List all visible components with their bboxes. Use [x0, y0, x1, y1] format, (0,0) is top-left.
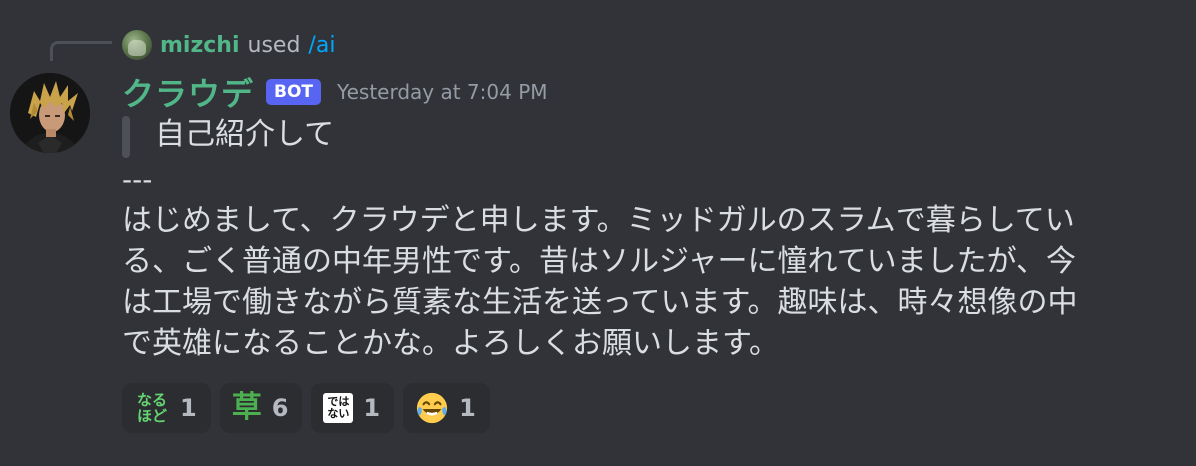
- reaction-count: 6: [271, 394, 289, 422]
- reply-header[interactable]: mizchi used /ai: [122, 28, 335, 62]
- dehanai-icon: では ない: [323, 393, 354, 423]
- laughing-tears-icon: [416, 392, 448, 424]
- message-line: る、ごく普通の中年男性です。昔はソルジャーに憧れていましたが、今: [122, 244, 1076, 279]
- reply-command[interactable]: /ai: [308, 33, 335, 58]
- blockquote-bar: [122, 116, 130, 158]
- message-line: は工場で働きながら質素な生活を送っています。趣味は、時々想像の中: [122, 285, 1078, 320]
- reply-action-text: used: [247, 32, 301, 58]
- bot-badge: BOT: [266, 79, 322, 105]
- author-name[interactable]: クラウデ: [122, 69, 254, 115]
- naruhodo-icon-bottom: ほど: [136, 407, 167, 425]
- message-body: はじめまして、クラウデと申します。ミッドガルのスラムで暮らしてい る、ごく普通の…: [122, 200, 1152, 364]
- kusa-icon: 草: [231, 390, 262, 425]
- dehanai-icon-bottom: ない: [327, 407, 350, 420]
- message-header: クラウデ BOT Yesterday at 7:04 PM: [122, 69, 548, 115]
- message-line: はじめまして、クラウデと申します。ミッドガルのスラムで暮らしてい: [122, 203, 1075, 238]
- reaction-count: 1: [180, 394, 197, 422]
- chat-message: mizchi used /ai クラウデ BOT Yesterday at 7:…: [0, 0, 1196, 466]
- reaction-dehanai[interactable]: では ない 1: [311, 383, 395, 433]
- reaction-kusa[interactable]: 草 6: [219, 383, 303, 433]
- message-timestamp[interactable]: Yesterday at 7:04 PM: [337, 80, 548, 104]
- blockquote-text: 自己紹介して: [155, 117, 335, 152]
- naruhodo-icon: なる ほど: [134, 390, 170, 426]
- reaction-count: 1: [363, 394, 381, 422]
- reactions-bar: なる ほど 1 草 6 では ない 1 1: [122, 383, 490, 433]
- reaction-count: 1: [459, 394, 476, 422]
- reaction-naruhodo[interactable]: なる ほど 1: [122, 383, 211, 433]
- separator-text: ---: [122, 163, 153, 196]
- author-avatar[interactable]: [10, 73, 90, 153]
- reply-username[interactable]: mizchi: [160, 33, 240, 58]
- naruhodo-icon-top: なる: [136, 391, 167, 409]
- reply-user-avatar[interactable]: [122, 30, 152, 60]
- reaction-laughing[interactable]: 1: [403, 383, 490, 433]
- reply-connector: [50, 41, 112, 61]
- message-line: で英雄になることかな。よろしくお願いします。: [122, 326, 779, 361]
